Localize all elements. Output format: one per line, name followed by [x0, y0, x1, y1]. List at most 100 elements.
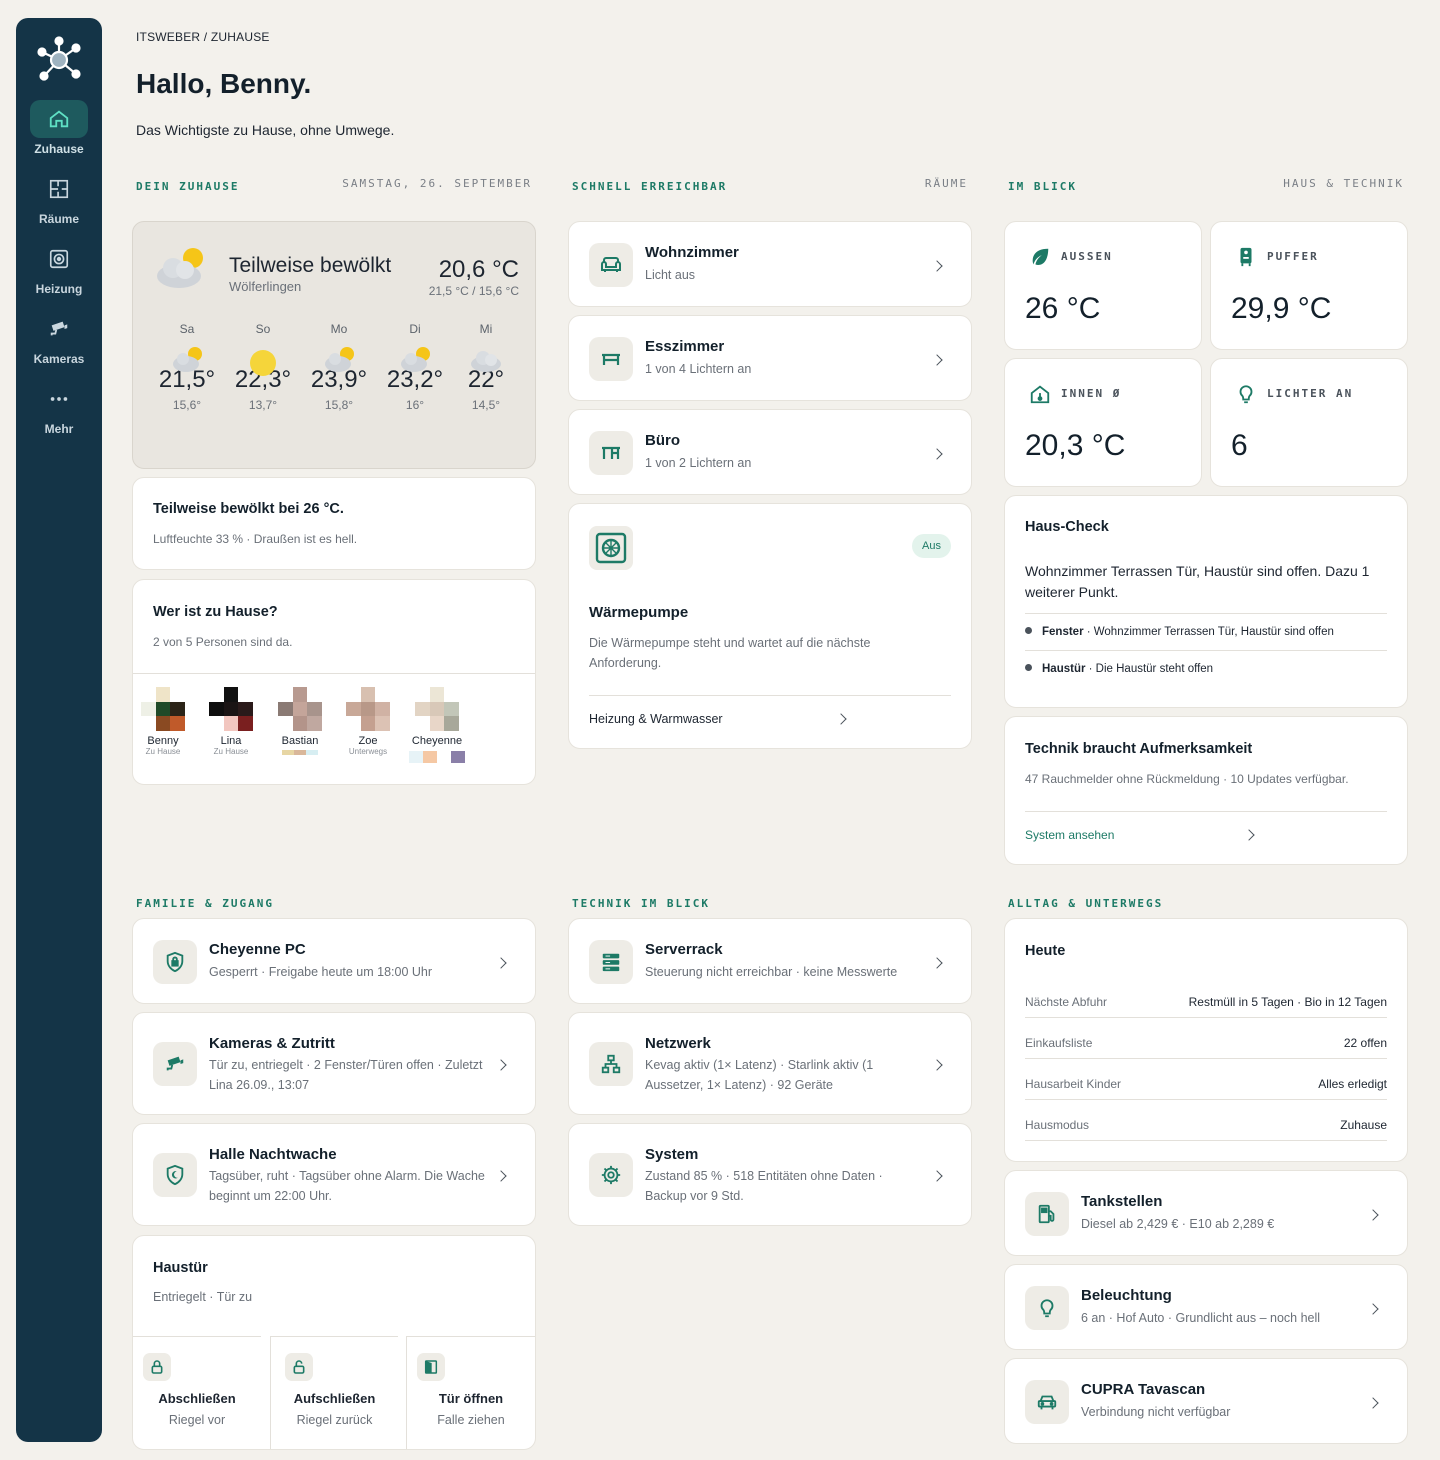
heatpump-link[interactable]: Heizung & Warmwasser: [589, 710, 851, 730]
fuel-icon: [1025, 1192, 1069, 1236]
sidebar-item-label: Zuhause: [34, 142, 84, 156]
tech-detail: Steuerung nicht erreichbar · keine Messw…: [645, 965, 898, 979]
heatpump-link-label: Heizung & Warmwasser: [589, 712, 723, 726]
family-detail: Tagsüber, ruht · Tagsüber ohne Alarm. Di…: [209, 1169, 485, 1203]
open-door-button[interactable]: Tür öffnen Falle ziehen: [406, 1336, 535, 1449]
today-row-key: Einkaufsliste: [1025, 1036, 1093, 1050]
chevron-right-icon: [1367, 1397, 1379, 1409]
room-card-esszimmer[interactable]: Esszimmer 1 von 4 Lichtern an: [568, 315, 972, 401]
daily-card-beleuchtung[interactable]: Beleuchtung 6 an · Hof Auto · Grundlicht…: [1004, 1264, 1408, 1350]
stat-label: INNEN Ø: [1061, 387, 1122, 400]
sidebar-item-label: Kameras: [33, 352, 85, 366]
stat-value: 29,9 °C: [1231, 292, 1332, 325]
forecast-day-label: Mo: [330, 322, 348, 336]
family-card-nachtwache[interactable]: Halle Nachtwache Tagsüber, ruht · Tagsüb…: [132, 1123, 536, 1226]
sidebar-item-raeume[interactable]: Räume: [16, 170, 102, 226]
tech-detail: Kevag aktiv (1× Latenz) · Starlink aktiv…: [645, 1058, 874, 1092]
daily-card-cupra[interactable]: CUPRA Tavascan Verbindung nicht verfügba…: [1004, 1358, 1408, 1444]
sidebar-item-kameras[interactable]: Kameras: [16, 310, 102, 366]
heatpump-icon: [589, 526, 633, 570]
action-label: Aufschließen: [293, 1391, 376, 1406]
section-link-rooms[interactable]: RÄUME: [800, 177, 968, 190]
house-check-item-label: Fenster: [1042, 626, 1084, 638]
chevron-right-icon: [931, 957, 943, 969]
section-title-quick: SCHNELL ERREICHBAR: [572, 180, 728, 193]
lock-button[interactable]: Abschließen Riegel vor: [133, 1336, 261, 1449]
action-sub: Falle ziehen: [437, 1413, 505, 1427]
today-row-key: Hausarbeit Kinder: [1025, 1077, 1122, 1091]
status-bar: [409, 751, 465, 763]
stat-card-innen: INNEN Ø 20,3 °C: [1004, 358, 1202, 487]
person-name: Lina: [220, 735, 242, 747]
today-title: Heute: [1025, 943, 1066, 959]
person-cheyenne[interactable]: Cheyenne: [407, 687, 467, 763]
leaf-icon: [1032, 248, 1049, 265]
section-title-family: FAMILIE & ZUGANG: [136, 897, 274, 910]
section-title-tech: TECHNIK IM BLICK: [572, 897, 710, 910]
stat-card-lichter: LICHTER AN 6: [1210, 358, 1408, 487]
chevron-right-icon: [1243, 829, 1255, 841]
chevron-right-icon: [1367, 1303, 1379, 1315]
family-name: Cheyenne PC: [209, 941, 306, 958]
stat-value: 20,3 °C: [1025, 429, 1126, 462]
presence-detail: 2 von 5 Personen sind da.: [153, 635, 293, 649]
person-bastian[interactable]: Bastian: [270, 687, 330, 755]
person-name: Bastian: [281, 735, 319, 747]
heating-icon: [30, 240, 88, 278]
divider: [1025, 811, 1387, 812]
unlock-icon: [285, 1353, 313, 1381]
house-check-item-text: · Die Haustür steht offen: [1085, 663, 1214, 675]
today-row: Hausmodus Zuhause: [1025, 1100, 1387, 1141]
system-link[interactable]: System ansehen: [1025, 826, 1257, 846]
stat-label: PUFFER: [1267, 250, 1319, 263]
door-title: Haustür: [153, 1260, 208, 1276]
bulb-icon: [1239, 385, 1253, 404]
heatpump-title: Wärmepumpe: [589, 604, 689, 621]
room-card-wohnzimmer[interactable]: Wohnzimmer Licht aus: [568, 221, 972, 307]
door-open-icon: [417, 1353, 445, 1381]
server-icon: [589, 940, 633, 984]
tech-name: Serverrack: [645, 941, 723, 958]
person-lina[interactable]: Lina Zu Hause: [201, 687, 261, 756]
section-title-home: DEIN ZUHAUSE: [136, 180, 240, 193]
forecast-day-label: So: [255, 322, 271, 336]
sidebar-item-heizung[interactable]: Heizung: [16, 240, 102, 296]
logo-icon[interactable]: [36, 36, 82, 82]
partly-cloudy-icon: [173, 347, 202, 372]
weather-card[interactable]: Teilweise bewölkt Wölferlingen 20,6 °C 2…: [132, 221, 536, 469]
tech-name: System: [645, 1146, 699, 1163]
sidebar-item-mehr[interactable]: Mehr: [16, 380, 102, 436]
daily-detail: 6 an · Hof Auto · Grundlicht aus – noch …: [1081, 1311, 1321, 1325]
person-zoe[interactable]: Zoe Unterwegs: [338, 687, 398, 756]
home-icon: [30, 100, 88, 138]
family-card-cameras[interactable]: Kameras & Zutritt Tür zu, entriegelt · 2…: [132, 1012, 536, 1115]
daily-card-tankstellen[interactable]: Tankstellen Diesel ab 2,429 € · E10 ab 2…: [1004, 1170, 1408, 1256]
chevron-right-icon: [931, 1170, 943, 1182]
today-row: Nächste Abfuhr Restmüll in 5 Tagen · Bio…: [1025, 977, 1387, 1018]
family-card-cheyenne-pc[interactable]: Cheyenne PC Gesperrt · Freigabe heute um…: [132, 918, 536, 1004]
tech-card-serverrack[interactable]: Serverrack Steuerung nicht erreichbar · …: [568, 918, 972, 1004]
forecast-day-label: Sa: [179, 322, 195, 336]
person-name: Benny: [147, 735, 179, 747]
forecast-low: 14,5°: [471, 398, 501, 412]
person-benny[interactable]: Benny Zu Hause: [133, 687, 193, 756]
status-badge: Aus: [912, 534, 951, 558]
unlock-button[interactable]: Aufschließen Riegel zurück: [270, 1336, 398, 1449]
presence-title: Wer ist zu Hause?: [153, 604, 278, 620]
room-name: Wohnzimmer: [645, 244, 739, 261]
house-check-item-label: Haustür: [1042, 663, 1086, 675]
avatar: [415, 687, 459, 731]
chevron-right-icon: [931, 354, 943, 366]
tech-card-netzwerk[interactable]: Netzwerk Kevag aktiv (1× Latenz) · Starl…: [568, 1012, 972, 1115]
divider: [1025, 613, 1387, 614]
partly-cloudy-icon: [401, 347, 430, 372]
system-link-label: System ansehen: [1025, 828, 1115, 842]
avatar: [278, 687, 322, 731]
room-card-buero[interactable]: Büro 1 von 2 Lichtern an: [568, 409, 972, 495]
family-detail: Gesperrt · Freigabe heute um 18:00 Uhr: [209, 965, 433, 979]
person-name: Cheyenne: [411, 735, 463, 747]
room-name: Esszimmer: [645, 338, 725, 355]
house-temp-icon: [1030, 385, 1050, 404]
tech-card-system[interactable]: System Zustand 85 % · 518 Entitäten ohne…: [568, 1123, 972, 1226]
sidebar-item-zuhause[interactable]: Zuhause: [16, 100, 102, 156]
